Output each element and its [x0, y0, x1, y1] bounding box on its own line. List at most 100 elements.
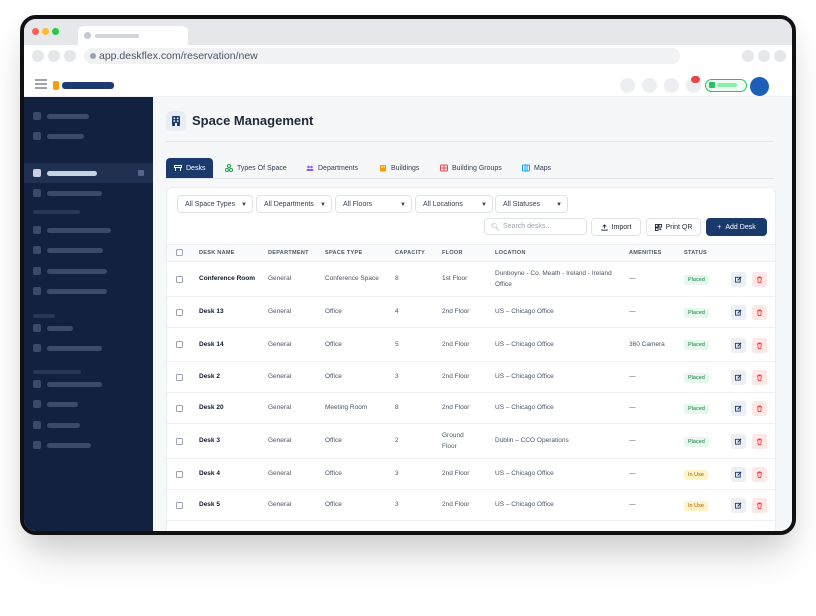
table-row[interactable]: Ground [167, 521, 775, 535]
department-filter[interactable]: All Departments ▼ [256, 195, 332, 213]
trash-icon [756, 309, 763, 316]
print-qr-button[interactable]: Print QR [646, 218, 701, 236]
edit-button[interactable] [731, 401, 746, 416]
tab-buildings[interactable]: Buildings [379, 158, 419, 178]
column-header[interactable]: DESK NAME [199, 250, 235, 256]
row-checkbox[interactable] [176, 501, 183, 509]
favicon-icon [84, 32, 91, 39]
minimize-window-icon[interactable] [42, 28, 49, 35]
delete-button[interactable] [752, 370, 767, 385]
menu-icon[interactable] [774, 50, 786, 62]
tab-maps[interactable]: Maps [522, 158, 551, 178]
floor-cell: 2nd Floor [442, 373, 470, 381]
desk-name[interactable]: Desk 20 [199, 403, 259, 414]
reload-icon[interactable] [64, 50, 76, 62]
tab-departments[interactable]: Departments [306, 158, 358, 178]
edit-icon [735, 342, 742, 349]
sidebar-item-active[interactable] [24, 163, 153, 183]
column-header[interactable]: STATUS [684, 250, 707, 256]
row-checkbox[interactable] [176, 308, 183, 316]
import-button[interactable]: Import [591, 218, 641, 236]
capacity-cell: 4 [395, 308, 399, 316]
edit-button[interactable] [731, 467, 746, 482]
tab-building-groups[interactable]: Building Groups [440, 158, 502, 178]
desk-name[interactable]: Desk 2 [199, 372, 259, 383]
capacity-cell: 3 [395, 373, 399, 381]
department-cell: General [268, 470, 292, 478]
trash-icon [756, 374, 763, 381]
table-row[interactable]: Desk 5 General Office 3 2nd Floor US – C… [167, 490, 775, 521]
users-icon [306, 165, 314, 171]
table-row[interactable]: Desk 13 General Office 4 2nd Floor US – … [167, 297, 775, 328]
floor-filter[interactable]: All Floors ▼ [335, 195, 412, 213]
table-row[interactable]: Desk 2 General Office 3 2nd Floor US – C… [167, 362, 775, 393]
row-checkbox[interactable] [176, 404, 183, 412]
edit-button[interactable] [731, 370, 746, 385]
table-row[interactable]: Desk 20 General Meeting Room 8 2nd Floor… [167, 393, 775, 424]
location-cell: US – Chicago Office [495, 308, 554, 316]
add-desk-button[interactable]: + Add Desk [706, 218, 767, 236]
edit-icon [735, 438, 742, 445]
floor-cell: Ground [442, 531, 480, 535]
status-filter[interactable]: All Statuses ▼ [495, 195, 568, 213]
column-header[interactable]: LOCATION [495, 250, 526, 256]
desk-name[interactable]: Desk 3 [199, 436, 259, 447]
column-header[interactable]: FLOOR [442, 250, 463, 256]
delete-button[interactable] [752, 401, 767, 416]
table-row[interactable]: Desk 4 General Office 3 2nd Floor US – C… [167, 459, 775, 490]
delete-button[interactable] [752, 498, 767, 513]
row-checkbox[interactable] [176, 341, 183, 348]
column-header[interactable]: CAPACITY [395, 250, 425, 256]
availability-toggle[interactable] [705, 79, 747, 92]
row-checkbox[interactable] [176, 470, 183, 478]
edit-button[interactable] [731, 305, 746, 320]
column-header[interactable]: SPACE TYPE [325, 250, 362, 256]
edit-button[interactable] [731, 498, 746, 513]
desk-name[interactable]: Desk 5 [199, 500, 259, 511]
avatar[interactable] [750, 77, 769, 96]
hamburger-menu-icon[interactable] [35, 79, 47, 91]
row-checkbox[interactable] [176, 275, 183, 283]
address-bar[interactable]: app.deskflex.com/reservation/new [84, 48, 680, 64]
settings-icon[interactable] [642, 78, 657, 93]
table-row[interactable]: Conference Room General Conference Space… [167, 262, 775, 297]
trash-icon [756, 502, 763, 509]
edit-button[interactable] [731, 434, 746, 449]
department-cell: General [268, 373, 292, 381]
desk-name[interactable]: Desk 4 [199, 469, 259, 480]
delete-button[interactable] [752, 434, 767, 449]
calendar-icon[interactable] [664, 78, 679, 93]
maximize-window-icon[interactable] [52, 28, 59, 35]
profile-icon[interactable] [758, 50, 770, 62]
location-filter[interactable]: All Locations ▼ [415, 195, 493, 213]
table-row[interactable]: Desk 3 General Office 2 Ground Floor Dub… [167, 424, 775, 459]
row-checkbox[interactable] [176, 437, 183, 445]
help-icon[interactable] [620, 78, 635, 93]
select-all-checkbox[interactable] [176, 249, 183, 256]
delete-button[interactable] [752, 337, 767, 353]
desk-name[interactable]: Desk 13 [199, 307, 259, 318]
browser-tab[interactable] [78, 26, 188, 45]
capacity-cell: 8 [395, 275, 399, 283]
delete-button[interactable] [752, 305, 767, 320]
close-window-icon[interactable] [32, 28, 39, 35]
space-type-filter[interactable]: All Space Types ▼ [177, 195, 253, 213]
tab-desks[interactable]: Desks [166, 158, 214, 178]
department-cell: General [268, 308, 292, 316]
delete-button[interactable] [752, 272, 767, 287]
delete-button[interactable] [752, 467, 767, 482]
floor-cell: 1st Floor [442, 275, 468, 283]
forward-icon[interactable] [48, 50, 60, 62]
edit-button[interactable] [731, 337, 746, 353]
desk-name[interactable]: Desk 14 [199, 340, 259, 351]
tab-types-of-space[interactable]: Types Of Space [225, 158, 287, 178]
table-row[interactable]: Desk 14 General Office 5 2nd Floor US – … [167, 328, 775, 362]
column-header[interactable]: DEPARTMENT [268, 250, 309, 256]
row-checkbox[interactable] [176, 373, 183, 381]
edit-button[interactable] [731, 272, 746, 287]
extension-icon[interactable] [742, 50, 754, 62]
desk-name[interactable]: Conference Room [199, 274, 259, 285]
back-icon[interactable] [32, 50, 44, 62]
search-input[interactable]: 🔍︎ Search desks... [484, 218, 587, 235]
column-header[interactable]: AMENITIES [629, 250, 662, 256]
